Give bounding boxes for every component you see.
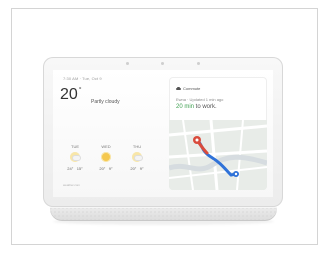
commute-card[interactable]: Commute Ewna · Updated 1 min ago 20 min … xyxy=(169,77,267,190)
degree-symbol: ° xyxy=(78,87,82,94)
smart-display-screen: 7:30 AM · Tue, Oct 9 20 ° Partly cloudy … xyxy=(53,70,273,197)
forecast-tue: TUE 24° 15° xyxy=(63,144,87,178)
right-sensor-dot xyxy=(197,62,200,65)
forecast-thu: THU 20° 9° xyxy=(125,144,149,178)
weather-forecast: TUE 24° 15° WED 20° 9° THU 20° 9° xyxy=(63,144,173,178)
partly-cloudy-icon xyxy=(70,152,81,162)
forecast-day-label: TUE xyxy=(71,144,79,149)
forecast-wed: WED 20° 9° xyxy=(94,144,118,178)
forecast-low: 9° xyxy=(139,166,144,171)
forecast-low: 9° xyxy=(108,166,113,171)
sun-icon xyxy=(101,152,111,162)
commute-map[interactable] xyxy=(169,120,267,190)
forecast-high: 20° xyxy=(99,166,106,171)
weather-condition: Partly cloudy xyxy=(91,99,120,105)
map-graphic xyxy=(169,120,267,190)
center-sensor-dot xyxy=(161,62,164,65)
commute-duration: 20 min xyxy=(176,104,195,110)
forecast-temperatures: 20° 9° xyxy=(94,166,118,171)
commute-destination-text: to work. xyxy=(194,104,217,110)
forecast-high: 24° xyxy=(67,166,74,171)
temperature-value: 20 xyxy=(60,86,78,103)
sensor-bar xyxy=(43,57,283,69)
car-icon xyxy=(176,86,181,91)
current-temperature: 20 ° xyxy=(60,87,82,105)
partly-cloudy-icon xyxy=(132,152,143,162)
smart-display-device: 7:30 AM · Tue, Oct 9 20 ° Partly cloudy … xyxy=(43,57,283,207)
forecast-temperatures: 20° 9° xyxy=(125,166,149,171)
forecast-high: 20° xyxy=(130,166,137,171)
time-date-label: 7:30 AM · Tue, Oct 9 xyxy=(63,76,102,81)
left-sensor-dot xyxy=(126,62,129,65)
weather-source: weather.com xyxy=(63,183,81,187)
commute-eta: 20 min to work. xyxy=(176,104,217,110)
forecast-day-label: WED xyxy=(101,144,111,149)
commute-header: Commute xyxy=(176,86,200,91)
forecast-day-label: THU xyxy=(132,144,142,149)
forecast-temperatures: 24° 15° xyxy=(63,166,87,171)
commute-update-status: Ewna · Updated 1 min ago xyxy=(176,97,224,102)
forecast-low: 15° xyxy=(76,166,83,171)
speaker-base xyxy=(50,207,277,221)
commute-title: Commute xyxy=(183,86,201,91)
